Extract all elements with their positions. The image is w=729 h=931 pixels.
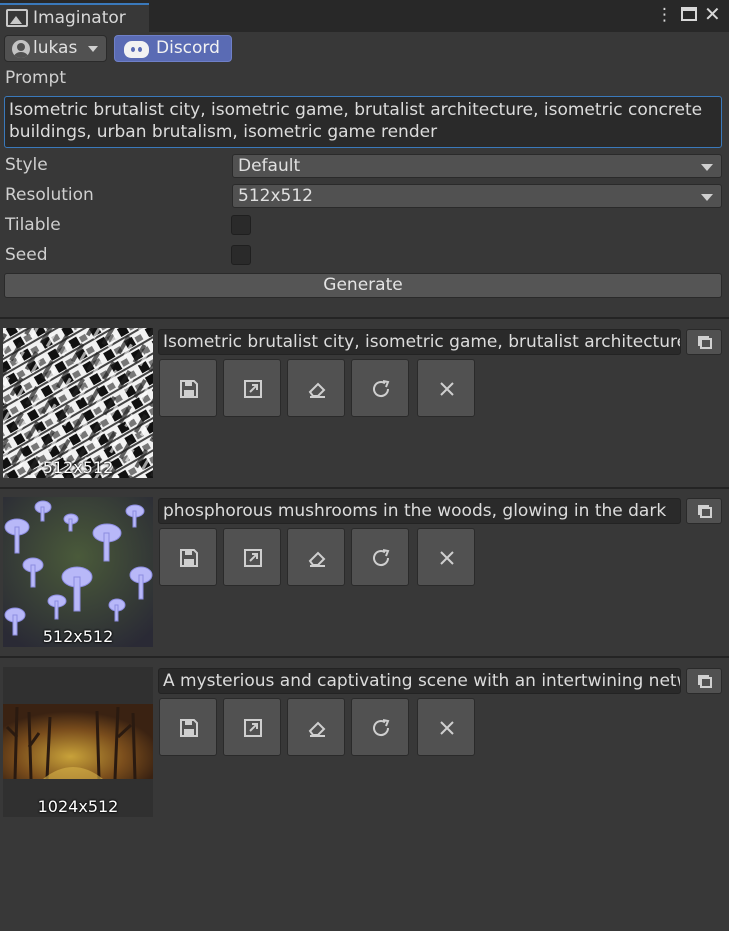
open-external-button[interactable] — [223, 359, 281, 417]
divider — [0, 487, 729, 489]
delete-button[interactable] — [417, 698, 475, 756]
generation-actions — [0, 359, 729, 417]
dropdown-arrow-icon — [701, 164, 713, 171]
copy-icon[interactable] — [686, 498, 722, 524]
delete-icon — [440, 551, 454, 565]
generation-actions — [0, 528, 729, 586]
regenerate-button[interactable] — [351, 359, 409, 417]
copy-icon[interactable] — [686, 668, 722, 694]
tilable-checkbox[interactable] — [231, 215, 251, 235]
open-external-icon — [244, 549, 262, 567]
image-icon — [6, 9, 28, 27]
save-icon — [180, 549, 198, 567]
refresh-icon — [373, 549, 390, 567]
regenerate-button[interactable] — [351, 528, 409, 586]
image-resolution-label: 512x512 — [42, 627, 114, 646]
generate-button[interactable]: Generate — [4, 273, 722, 298]
delete-button[interactable] — [417, 528, 475, 586]
discord-icon — [124, 41, 149, 58]
user-dropdown-button[interactable]: lukas — [4, 35, 107, 62]
window-tab[interactable]: Imaginator — [0, 3, 149, 32]
dropdown-arrow-icon — [701, 194, 713, 201]
eraser-icon — [308, 721, 326, 737]
refresh-icon — [373, 719, 390, 737]
generation-actions — [0, 698, 729, 756]
copy-icon[interactable] — [686, 329, 722, 355]
eraser-icon — [308, 382, 326, 398]
refresh-icon — [373, 380, 390, 398]
divider — [0, 656, 729, 658]
image-resolution-label: 1024x512 — [37, 797, 119, 816]
save-button[interactable] — [159, 528, 217, 586]
image-resolution-label: 512x512 — [42, 458, 114, 477]
chevron-down-icon — [88, 46, 98, 52]
open-external-button[interactable] — [223, 528, 281, 586]
regenerate-button[interactable] — [351, 698, 409, 756]
style-select[interactable]: Default — [232, 154, 722, 178]
eraser-button[interactable] — [287, 359, 345, 417]
eraser-icon — [308, 551, 326, 567]
generation-prompt-field[interactable]: Isometric brutalist city, isometric game… — [158, 329, 681, 355]
save-button[interactable] — [159, 698, 217, 756]
resolution-label: Resolution — [5, 185, 94, 205]
open-external-button[interactable] — [223, 698, 281, 756]
delete-button[interactable] — [417, 359, 475, 417]
user-name: lukas — [33, 38, 78, 58]
generation-prompt-field[interactable]: phosphorous mushrooms in the woods, glow… — [158, 498, 681, 524]
discord-label: Discord — [156, 38, 220, 58]
eraser-button[interactable] — [287, 698, 345, 756]
style-value: Default — [238, 156, 301, 176]
generation-prompt-field[interactable]: A mysterious and captivating scene with … — [158, 668, 681, 694]
resolution-select[interactable]: 512x512 — [232, 184, 722, 208]
tilable-label: Tilable — [5, 215, 61, 235]
prompt-textarea[interactable]: Isometric brutalist city, isometric game… — [4, 96, 722, 148]
open-external-icon — [244, 719, 262, 737]
window-title: Imaginator — [33, 8, 126, 28]
kebab-menu-icon[interactable]: ⋮ — [656, 5, 673, 25]
delete-icon — [440, 382, 454, 396]
style-label: Style — [5, 155, 48, 175]
user-avatar-icon — [12, 40, 30, 58]
save-button[interactable] — [159, 359, 217, 417]
resolution-value: 512x512 — [238, 186, 313, 206]
divider — [0, 317, 729, 319]
discord-button[interactable]: Discord — [114, 35, 232, 62]
save-icon — [180, 380, 198, 398]
seed-checkbox[interactable] — [231, 245, 251, 265]
prompt-label: Prompt — [5, 68, 66, 88]
save-icon — [180, 719, 198, 737]
window-tab-bar: Imaginator ⋮ ✕ — [0, 0, 729, 32]
seed-label: Seed — [5, 245, 48, 265]
open-external-icon — [244, 380, 262, 398]
maximize-icon[interactable] — [681, 7, 697, 21]
close-icon[interactable]: ✕ — [704, 4, 721, 24]
delete-icon — [440, 721, 454, 735]
eraser-button[interactable] — [287, 528, 345, 586]
